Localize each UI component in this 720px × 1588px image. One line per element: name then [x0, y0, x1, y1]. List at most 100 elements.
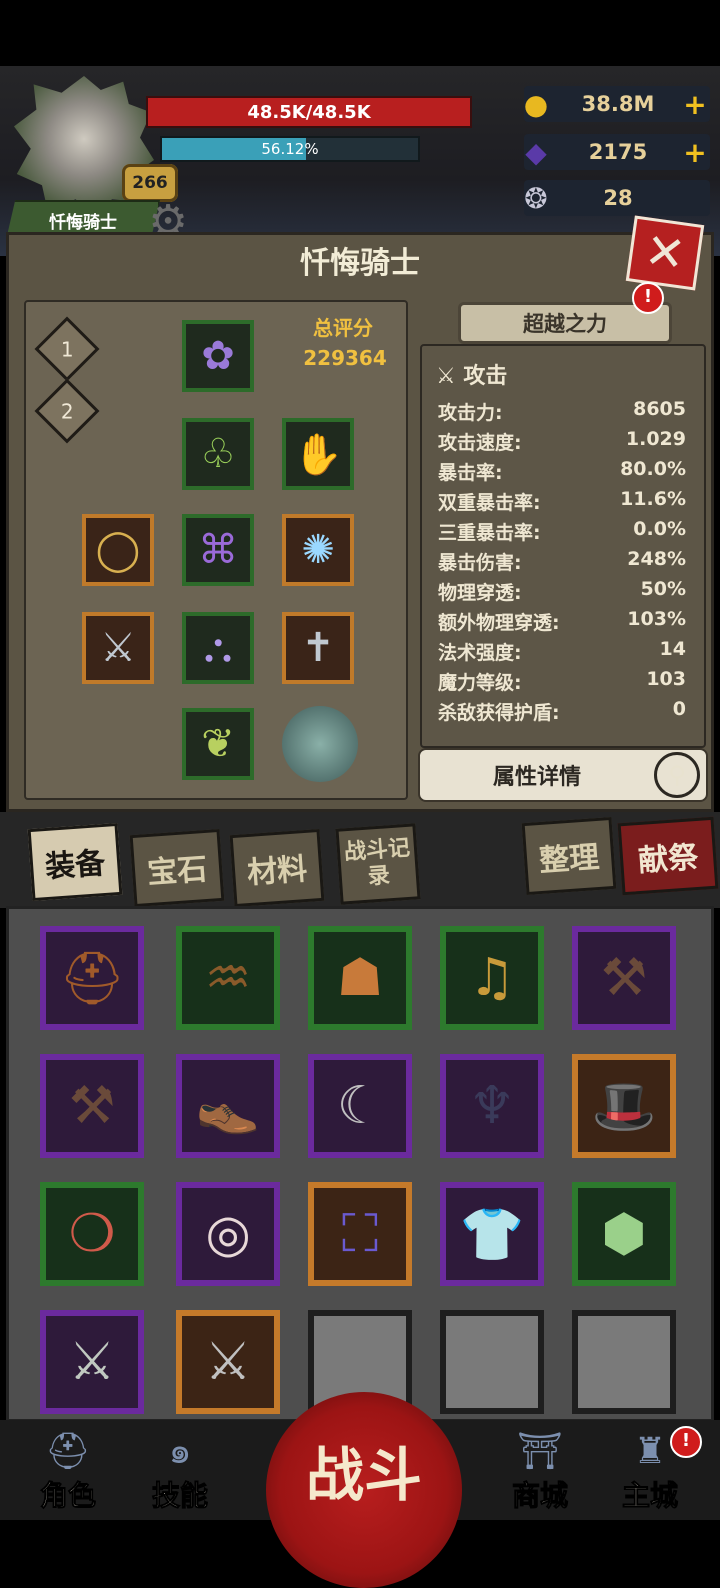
flower-hat-icon: ✿: [201, 333, 235, 379]
inventory-item[interactable]: ☗: [308, 926, 412, 1030]
stat-row: 暴击伤害: 248%: [438, 548, 686, 576]
stat-value: 8605: [633, 398, 686, 420]
stat-value: 11.6%: [620, 488, 686, 510]
close-icon: ✕: [641, 222, 689, 284]
empty-slot[interactable]: [440, 1310, 544, 1414]
coin-icon: ●: [523, 87, 549, 121]
inventory-item[interactable]: ⬢: [572, 1182, 676, 1286]
inventory-item[interactable]: ♆: [440, 1054, 544, 1158]
panel-title: 忏悔骑士: [300, 246, 420, 281]
inventory-item[interactable]: ◎: [176, 1182, 280, 1286]
stats-panel[interactable]: ⚔ 攻击 攻击力: 8605 攻击速度: 1.029 暴击率: 80.0% 双重暴击率: 11…: [420, 344, 706, 748]
equipped-bracelet[interactable]: ◯: [82, 514, 154, 586]
stat-label: 法术强度:: [438, 642, 522, 664]
skirt-icon: ⛬: [204, 625, 232, 671]
stat-label: 额外物理穿透:: [438, 612, 560, 634]
nav-character-label: 角色: [39, 1479, 96, 1513]
stat-row: 双重暴击率: 11.6%: [438, 488, 686, 516]
stat-row: 攻击力: 8605: [438, 398, 686, 426]
stat-label: 三重暴击率:: [438, 522, 541, 544]
cowboy-hat-icon: 🎩: [591, 1076, 657, 1137]
inventory-item[interactable]: ⛑: [40, 926, 144, 1030]
inventory-item[interactable]: ⛶: [308, 1182, 412, 1286]
inventory-item[interactable]: ⚒: [572, 926, 676, 1030]
attribute-detail-button[interactable]: 属性详情 ⚲: [418, 748, 708, 802]
crossed-swords-icon: ⚔: [436, 364, 464, 389]
add-crystal-button[interactable]: +: [680, 136, 710, 169]
equipped-belt[interactable]: ⌘: [182, 514, 254, 586]
nav-skills[interactable]: ๑ 技能: [120, 1420, 240, 1520]
sacrifice-button[interactable]: 献祭: [617, 816, 719, 896]
stat-value: 248%: [627, 548, 686, 570]
beaded-skirt-icon: ⛶: [341, 1203, 379, 1264]
sort-button[interactable]: 整理: [521, 816, 617, 896]
nav-shop[interactable]: ⛩ 商城: [480, 1420, 600, 1520]
stat-value: 1.029: [625, 428, 686, 450]
tattered-skirt-icon: ♒: [204, 948, 252, 1008]
hp-bar: 48.5K/48.5K: [146, 96, 472, 128]
white-shirt-icon: 👕: [459, 1204, 525, 1265]
crystal-icon: ◆: [525, 135, 547, 169]
equipped-armor[interactable]: ♧: [182, 418, 254, 490]
alert-badge: !: [670, 1426, 702, 1458]
equipped-offhand[interactable]: ✝: [282, 612, 354, 684]
inventory-item[interactable]: 👕: [440, 1182, 544, 1286]
empty-slot[interactable]: [572, 1310, 676, 1414]
stats-header-label: 攻击: [463, 364, 508, 389]
inventory-item[interactable]: ⚒: [40, 1054, 144, 1158]
nav-character[interactable]: ⛑ 角色: [8, 1420, 128, 1520]
nav-shop-label: 商城: [511, 1479, 568, 1513]
horn-resource: ❂ 28 +: [524, 180, 710, 216]
loadout-2-label: 2: [60, 398, 74, 423]
add-gold-button[interactable]: +: [680, 88, 710, 121]
inventory-item[interactable]: ♒: [176, 926, 280, 1030]
green-orb-icon: ⬢: [601, 1204, 647, 1264]
hp-text: 48.5K/48.5K: [247, 101, 371, 123]
stat-value: 103%: [627, 608, 686, 630]
tab-materials[interactable]: 材料: [229, 828, 325, 908]
horned-helmet-icon: ♆: [468, 1076, 516, 1136]
inventory-item[interactable]: ⚔: [40, 1310, 144, 1414]
inventory-item[interactable]: 🎩: [572, 1054, 676, 1158]
stat-value: 103: [646, 668, 686, 690]
inventory-item[interactable]: ⚔: [176, 1310, 280, 1414]
stat-label: 暴击伤害:: [438, 552, 522, 574]
tab-battle-record[interactable]: 战斗记录: [335, 823, 421, 905]
sword-icon: ⚔: [100, 625, 136, 671]
equipped-weapon[interactable]: ⚔: [82, 612, 154, 684]
equipped-helmet[interactable]: ✿: [182, 320, 254, 392]
stat-row: 物理穿透: 50%: [438, 578, 686, 606]
stat-row: 三重暴击率: 0.0%: [438, 518, 686, 546]
stat-row: 暴击率: 80.0%: [438, 458, 686, 486]
helmet-icon: ⛑: [45, 1431, 91, 1472]
ram-horn-icon: ❂: [524, 181, 548, 215]
magnifier-icon: ⚲: [654, 752, 700, 798]
stat-value: 0: [672, 698, 686, 720]
inventory-item[interactable]: ❍: [40, 1182, 144, 1286]
seal-coin-icon[interactable]: [282, 706, 358, 782]
tab-equipment[interactable]: 装备: [27, 822, 123, 902]
stat-value: 80.0%: [620, 458, 686, 480]
close-button[interactable]: ✕: [625, 215, 705, 291]
equipped-gloves[interactable]: ✋: [282, 418, 354, 490]
bandage-belt-icon: ◎: [205, 1204, 251, 1264]
alert-badge: !: [632, 282, 664, 314]
inventory-item[interactable]: ♫: [440, 926, 544, 1030]
vine-boots-icon: ❦: [201, 721, 235, 767]
bells-icon: ♫: [468, 948, 516, 1008]
equipped-boots[interactable]: ❦: [182, 708, 254, 780]
tab-gems[interactable]: 宝石: [129, 828, 225, 908]
crystal-resource: ◆ 2175 +: [524, 134, 710, 170]
inventory-item[interactable]: ☾: [308, 1054, 412, 1158]
glove-icon: ✋: [293, 431, 343, 478]
axe-icon: ⚔: [68, 1332, 116, 1392]
horn-value: 28: [603, 186, 633, 210]
equipped-skirt[interactable]: ⛬: [182, 612, 254, 684]
fight-button[interactable]: 战斗: [266, 1392, 462, 1588]
equipped-amulet[interactable]: ✺: [282, 514, 354, 586]
stat-label: 攻击力:: [438, 402, 503, 424]
stats-header: ⚔ 攻击: [436, 358, 507, 390]
stat-value: 14: [659, 638, 686, 660]
inventory-item[interactable]: 👞: [176, 1054, 280, 1158]
stat-label: 双重暴击率:: [438, 492, 541, 514]
